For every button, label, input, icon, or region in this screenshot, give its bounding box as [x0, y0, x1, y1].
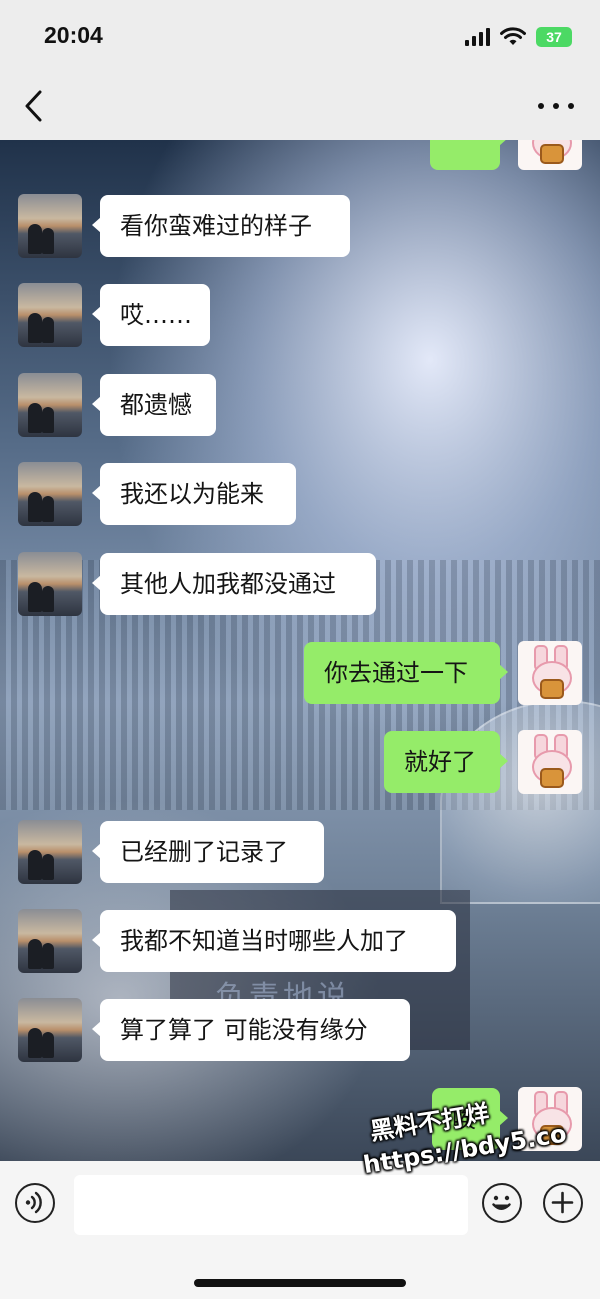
contact-avatar[interactable]	[18, 283, 82, 347]
cellular-signal-icon	[465, 28, 490, 46]
battery-level: 37	[546, 29, 562, 45]
message-input[interactable]	[74, 1175, 468, 1235]
message-bubble-incoming[interactable]: 哎……	[92, 284, 210, 346]
home-indicator[interactable]	[194, 1279, 406, 1287]
smiley-icon	[492, 1195, 511, 1210]
message-bubble-incoming[interactable]: 我都不知道当时哪些人加了	[92, 910, 456, 972]
plus-glyph-icon	[551, 1191, 574, 1214]
message-bubble-outgoing[interactable]: 你去通过一下	[304, 642, 508, 704]
emoji-icon[interactable]	[482, 1183, 522, 1223]
message-row	[0, 140, 600, 170]
voice-waves-icon	[25, 1191, 42, 1214]
plus-icon[interactable]	[543, 1183, 583, 1223]
top-bar: 20:04 37	[0, 0, 600, 140]
message-bubble-incoming[interactable]: 已经删了记录了	[92, 821, 324, 883]
contact-avatar[interactable]	[18, 552, 82, 616]
self-avatar[interactable]	[518, 641, 582, 705]
message-bubble-outgoing[interactable]: 就好了	[384, 731, 508, 793]
chevron-left-icon[interactable]	[20, 88, 50, 124]
voice-icon[interactable]	[15, 1183, 55, 1223]
battery-icon: 37	[536, 27, 572, 47]
message-text: 其他人加我都没通过	[120, 570, 336, 598]
contact-avatar[interactable]	[18, 373, 82, 437]
message-text: 我都不知道当时哪些人加了	[120, 927, 408, 955]
message-text: 已经删了记录了	[120, 838, 288, 866]
contact-avatar[interactable]	[18, 462, 82, 526]
input-bar	[0, 1161, 600, 1299]
message-bubble-incoming[interactable]: 算了算了 可能没有缘分	[92, 999, 410, 1061]
status-time: 20:04	[44, 22, 103, 48]
message-text: 算了算了 可能没有缘分	[120, 1016, 368, 1044]
more-dots-icon[interactable]	[538, 96, 574, 116]
message-bubble-incoming[interactable]: 我还以为能来	[92, 463, 296, 525]
message-text: 就好了	[404, 748, 476, 776]
message-bubble-incoming[interactable]: 看你蛮难过的样子	[92, 195, 350, 257]
message-bubble-incoming[interactable]: 都遗憾	[92, 374, 216, 436]
wifi-icon	[500, 27, 526, 45]
status-icons: 37	[465, 24, 572, 50]
self-avatar[interactable]	[518, 140, 582, 170]
self-avatar[interactable]	[518, 730, 582, 794]
message-text: 哎……	[120, 301, 192, 329]
message-text: 看你蛮难过的样子	[120, 212, 312, 240]
message-text: 都遗憾	[120, 391, 192, 419]
contact-avatar[interactable]	[18, 194, 82, 258]
message-bubble-emoji[interactable]	[430, 140, 508, 170]
message-text: 你去通过一下	[324, 659, 468, 687]
contact-avatar[interactable]	[18, 909, 82, 973]
message-text: 我还以为能来	[120, 480, 264, 508]
contact-avatar[interactable]	[18, 820, 82, 884]
contact-avatar[interactable]	[18, 998, 82, 1062]
message-bubble-incoming[interactable]: 其他人加我都没通过	[92, 553, 376, 615]
